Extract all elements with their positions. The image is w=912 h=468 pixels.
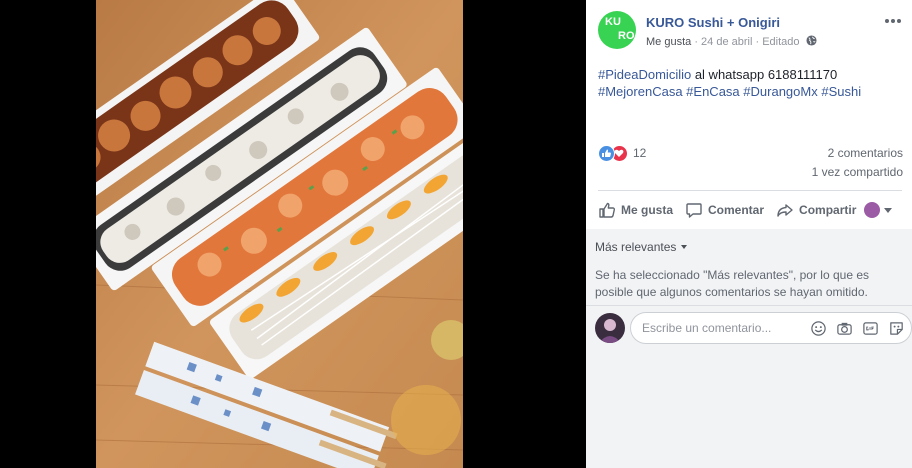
gif-icon[interactable] xyxy=(862,320,879,337)
sushi-photo-illustration xyxy=(96,0,463,468)
reaction-count: 12 xyxy=(633,146,647,160)
share-button-label: Compartir xyxy=(799,203,857,217)
globe-icon xyxy=(806,35,817,46)
comment-composer: Escribe un comentario... xyxy=(586,305,912,351)
edited-label[interactable]: Editado xyxy=(762,36,799,48)
share-icon xyxy=(777,204,793,217)
comments-count-link[interactable]: 2 comentarios xyxy=(828,146,903,160)
like-reaction-icon xyxy=(598,144,615,162)
shares-count-link[interactable]: 1 vez compartido xyxy=(812,165,903,179)
post-meta: Me gusta · 24 de abril · Editado xyxy=(646,35,817,48)
comment-icon xyxy=(686,203,702,218)
chevron-down-icon xyxy=(681,245,688,249)
comment-button[interactable]: Comentar xyxy=(685,198,764,222)
post-panel: KU RO KURO Sushi + Onigiri Me gusta · 24… xyxy=(586,0,912,468)
post-header: KU RO KURO Sushi + Onigiri Me gusta · 24… xyxy=(586,0,912,56)
like-page-link[interactable]: Me gusta xyxy=(646,36,691,48)
hashtag-link[interactable]: #MejorenCasa xyxy=(598,84,683,99)
chevron-down-icon xyxy=(884,207,892,213)
like-button[interactable]: Me gusta xyxy=(598,198,673,222)
hashtag-link[interactable]: #DurangoMx xyxy=(743,84,817,99)
like-button-label: Me gusta xyxy=(621,203,674,217)
user-avatar[interactable] xyxy=(595,313,625,343)
hashtag-link[interactable]: #Sushi xyxy=(821,84,861,99)
page-name-link[interactable]: KURO Sushi + Onigiri xyxy=(646,15,780,30)
comment-filter-label: Más relevantes xyxy=(595,240,677,254)
user-mini-avatar xyxy=(864,202,880,218)
comment-placeholder: Escribe un comentario... xyxy=(642,321,772,335)
emoji-icon[interactable] xyxy=(810,320,827,337)
hashtag-link[interactable]: #PideaDomicilio xyxy=(598,67,691,82)
post-text-body: al whatsapp 6188111170 xyxy=(691,67,838,82)
share-as-menu[interactable] xyxy=(864,196,892,224)
comment-button-label: Comentar xyxy=(708,203,765,217)
comments-section: Más relevantes Se ha seleccionado "Más r… xyxy=(586,229,912,468)
photo-viewer xyxy=(0,0,586,468)
post-photo[interactable] xyxy=(96,0,463,468)
post-text: #PideaDomicilio al whatsapp 6188111170 #… xyxy=(598,66,902,100)
divider xyxy=(598,190,902,191)
filter-notice: Se ha seleccionado "Más relevantes", por… xyxy=(595,268,870,299)
thumbs-up-icon xyxy=(599,202,616,218)
more-options-icon[interactable] xyxy=(884,13,902,29)
comment-filter-dropdown[interactable]: Más relevantes xyxy=(595,240,688,254)
post-actions: Me gusta Comentar Compartir xyxy=(596,196,902,224)
hashtag-link[interactable]: #EnCasa xyxy=(686,84,739,99)
composer-icons xyxy=(801,320,905,337)
reactions-summary[interactable]: 12 xyxy=(598,143,646,163)
share-button[interactable]: Compartir xyxy=(776,198,856,222)
post-date[interactable]: 24 de abril xyxy=(701,36,752,48)
page-avatar[interactable]: KU RO xyxy=(598,11,636,49)
sticker-icon[interactable] xyxy=(888,320,905,337)
comment-input[interactable]: Escribe un comentario... xyxy=(630,312,912,344)
camera-icon[interactable] xyxy=(836,320,853,337)
